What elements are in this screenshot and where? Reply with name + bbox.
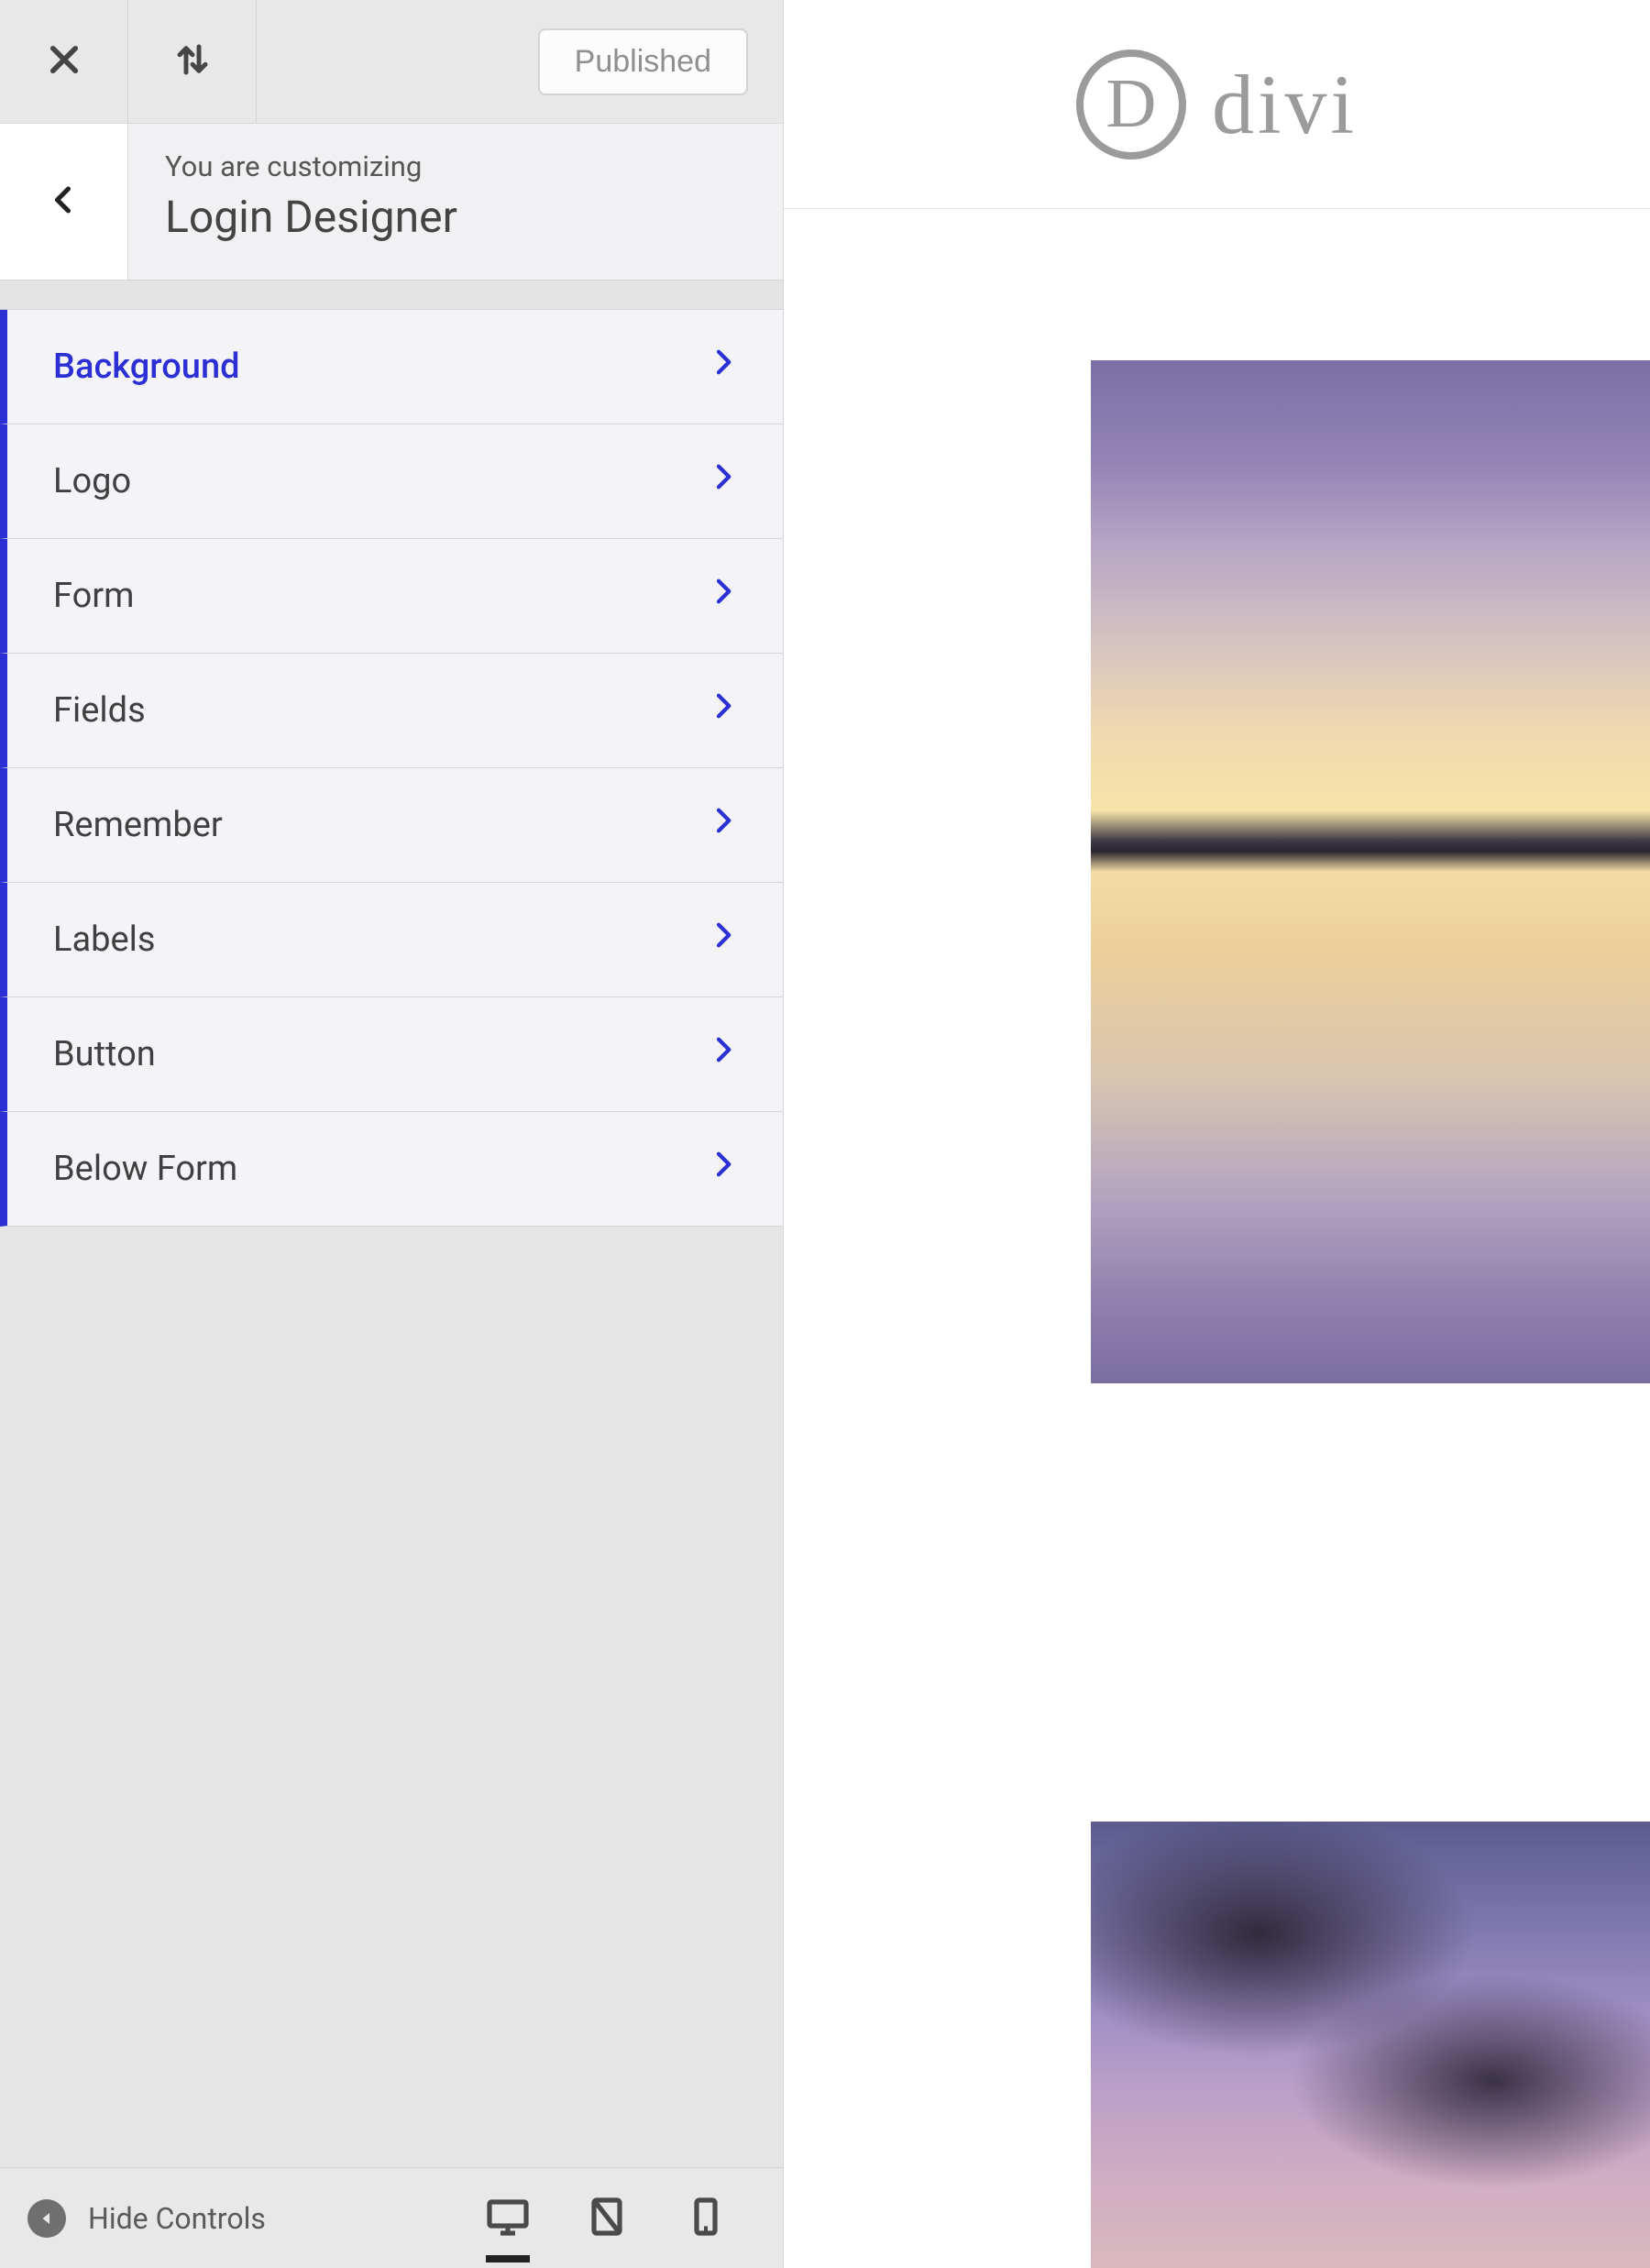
- chevron-right-icon: [710, 1029, 737, 1079]
- customizer-sidebar: Published You are customizing Login Desi…: [0, 0, 784, 2268]
- panel-header: You are customizing Login Designer: [0, 124, 783, 281]
- panel-title: Login Designer: [165, 191, 746, 243]
- preview-pane: D divi: [784, 0, 1650, 2268]
- device-desktop-button[interactable]: [486, 2195, 530, 2242]
- up-down-arrows-icon: [173, 40, 212, 83]
- menu-item-remember[interactable]: Remember: [0, 768, 783, 883]
- back-button[interactable]: [0, 124, 128, 280]
- menu-item-label: Remember: [53, 805, 223, 845]
- device-tablet-button[interactable]: [585, 2195, 629, 2242]
- chevron-right-icon: [710, 457, 737, 506]
- mobile-icon: [684, 2225, 728, 2242]
- menu-item-fields[interactable]: Fields: [0, 654, 783, 768]
- triangle-left-icon: [28, 2199, 66, 2238]
- chevron-right-icon: [710, 571, 737, 621]
- menu-item-label: Labels: [53, 919, 155, 960]
- menu-item-label: Button: [53, 1034, 156, 1074]
- sidebar-spacer: [0, 1227, 783, 2167]
- chevron-right-icon: [710, 342, 737, 391]
- brand-logo-mark: D: [1076, 50, 1186, 160]
- chevron-right-icon: [710, 915, 737, 964]
- panel-header-text: You are customizing Login Designer: [128, 124, 783, 280]
- menu-item-label: Below Form: [53, 1149, 237, 1189]
- sunset-image: [1091, 360, 1650, 1383]
- menu-item-background[interactable]: Background: [0, 310, 783, 424]
- desktop-icon: [486, 2225, 530, 2242]
- customizing-label: You are customizing: [165, 149, 746, 183]
- background-option-1[interactable]: [1091, 360, 1650, 1383]
- menu-item-below-form[interactable]: Below Form: [0, 1112, 783, 1227]
- background-option-2[interactable]: [1091, 1822, 1650, 2268]
- top-actions-bar: Published: [0, 0, 783, 124]
- reorder-button[interactable]: [128, 0, 257, 123]
- device-switcher: [486, 2195, 728, 2242]
- hide-controls-button[interactable]: Hide Controls: [28, 2199, 266, 2238]
- close-icon: [45, 40, 83, 83]
- menu-item-label: Background: [53, 347, 240, 387]
- menu-item-label: Logo: [53, 461, 131, 501]
- menu-item-label: Fields: [53, 690, 146, 731]
- chevron-right-icon: [710, 686, 737, 735]
- menu-item-logo[interactable]: Logo: [0, 424, 783, 539]
- brand-logo-text: divi: [1212, 56, 1358, 153]
- brand-logo: D divi: [1076, 50, 1358, 160]
- chevron-right-icon: [710, 800, 737, 850]
- publish-button[interactable]: Published: [538, 28, 748, 95]
- menu-item-label: Form: [53, 576, 135, 616]
- chevron-right-icon: [710, 1144, 737, 1194]
- app-root: Published You are customizing Login Desi…: [0, 0, 1650, 2268]
- clouds-image: [1091, 1822, 1650, 2268]
- preview-header: D divi: [784, 0, 1650, 209]
- divider-strip: [0, 281, 783, 310]
- sidebar-footer: Hide Controls: [0, 2167, 783, 2268]
- menu-item-labels[interactable]: Labels: [0, 883, 783, 997]
- settings-menu: Background Logo Form Fields Remember Lab…: [0, 310, 783, 1227]
- preview-body: [784, 209, 1650, 2268]
- hide-controls-label: Hide Controls: [88, 2201, 266, 2236]
- close-button[interactable]: [0, 0, 128, 123]
- chevron-left-icon: [48, 183, 81, 220]
- device-mobile-button[interactable]: [684, 2195, 728, 2242]
- menu-item-button[interactable]: Button: [0, 997, 783, 1112]
- menu-item-form[interactable]: Form: [0, 539, 783, 654]
- tablet-icon: [585, 2225, 629, 2242]
